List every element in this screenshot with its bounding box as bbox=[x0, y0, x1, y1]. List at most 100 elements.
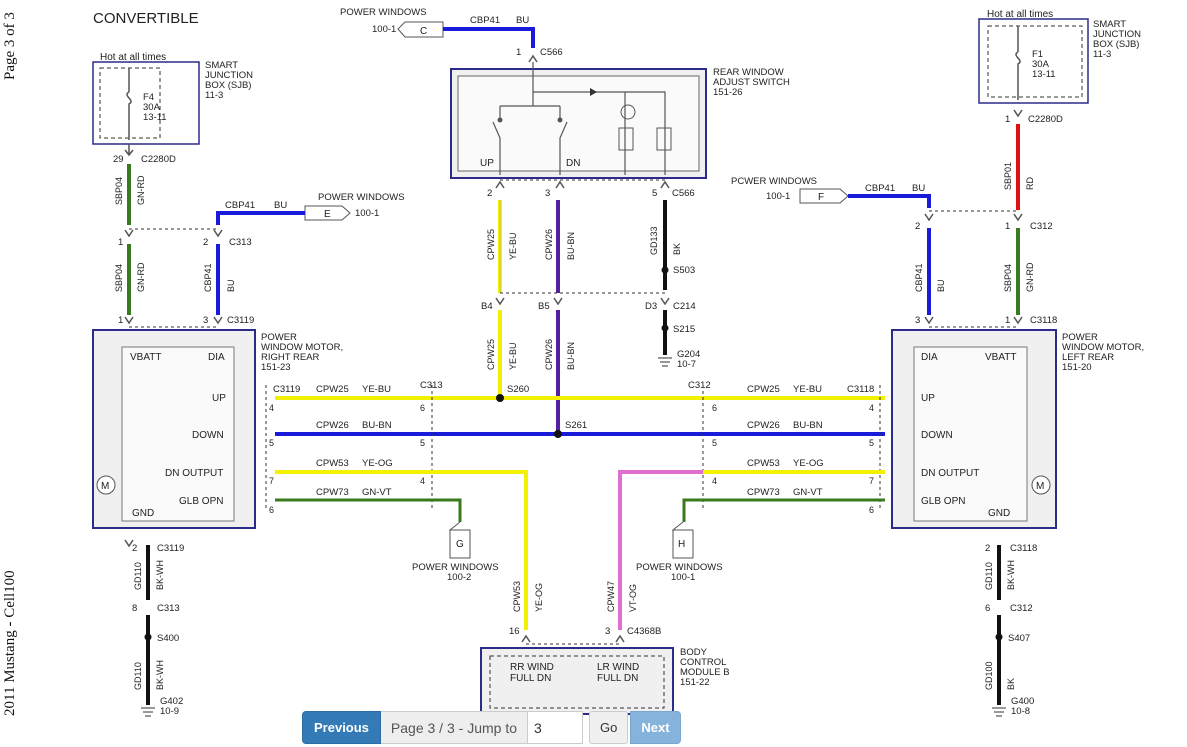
diagram-label: CBP41 bbox=[225, 200, 255, 211]
diagram-label: M bbox=[1036, 481, 1044, 492]
diagram-label: 5 bbox=[712, 438, 717, 448]
diagram-label: GD110 bbox=[133, 562, 143, 590]
page-indicator: Page 3 / 3 - Jump to bbox=[380, 711, 528, 744]
diagram-label: CBP41 bbox=[914, 263, 924, 292]
diagram-label: CPW73 bbox=[316, 487, 349, 498]
diagram-label: GLB OPN bbox=[921, 496, 965, 507]
diagram-label: GLB OPN bbox=[179, 496, 223, 507]
diagram-label: 6 bbox=[269, 505, 274, 515]
diagram-label: C3118 bbox=[1010, 543, 1037, 554]
diagram-label: F bbox=[818, 192, 824, 203]
diagram-label: UP bbox=[480, 158, 494, 169]
diagram-label: BK-WH bbox=[1006, 560, 1016, 590]
jump-to-page-input[interactable] bbox=[528, 711, 583, 744]
diagram-label: C3119 bbox=[227, 315, 254, 326]
diagram-label: 7 bbox=[269, 476, 274, 486]
diagram-label: S407 bbox=[1008, 633, 1030, 644]
diagram-label: YE-OG bbox=[362, 458, 393, 469]
sjb-left: Hot at all times SMART JUNCTION BOX (SJB… bbox=[92, 52, 253, 145]
diagram-label: B5 bbox=[538, 301, 550, 312]
diagram-label: C2280D bbox=[141, 154, 176, 165]
diagram-label: DIA bbox=[921, 352, 938, 363]
diagram-label: C4368B bbox=[627, 626, 661, 637]
diagram-label: C312 bbox=[1010, 603, 1033, 614]
diagram-label: C3118 bbox=[1030, 315, 1057, 326]
diagram-label: CBP41 bbox=[470, 15, 500, 26]
diagram-label: VBATT bbox=[985, 352, 1016, 363]
diagram-label: 10-9 bbox=[160, 706, 179, 717]
diagram-label: 151-20 bbox=[1062, 362, 1092, 373]
diagram-label: 13-11 bbox=[1032, 69, 1056, 80]
diagram-label: GD133 bbox=[649, 226, 659, 255]
body-control-module: RR WIND FULL DN LR WIND FULL DN BODY CON… bbox=[480, 647, 730, 715]
diagram-label: PCWER WINDOWS bbox=[731, 176, 817, 187]
diagram-label: 3 bbox=[915, 315, 920, 326]
diagram-label: GND bbox=[132, 508, 154, 519]
diagram-label: M bbox=[101, 481, 109, 492]
diagram-label: 1 bbox=[1005, 114, 1010, 125]
diagram-label: RR WIND bbox=[510, 662, 554, 673]
diagram-label: 100-1 bbox=[766, 191, 790, 202]
diagram-label: 4 bbox=[712, 476, 717, 486]
diagram-label: GN-VT bbox=[362, 487, 392, 498]
diagram-label: DN bbox=[566, 158, 580, 169]
diagram-label: CPW26 bbox=[747, 420, 780, 431]
diagram-label: C312 bbox=[688, 380, 711, 391]
diagram-label: SBP04 bbox=[114, 264, 124, 292]
diagram-label: 8 bbox=[132, 603, 137, 614]
diagram-label: 11-3 bbox=[205, 90, 223, 101]
diagram-label: SBP04 bbox=[1003, 264, 1013, 292]
next-button[interactable]: Next bbox=[630, 711, 681, 744]
diagram-label: GD110 bbox=[984, 562, 994, 590]
diagram-label: S215 bbox=[673, 324, 695, 335]
diagram-label: BU-BN bbox=[793, 420, 823, 431]
diagram-label: 5 bbox=[869, 438, 874, 448]
diagram-label: CPW53 bbox=[316, 458, 349, 469]
diagram-label: POWER WINDOWS bbox=[318, 192, 405, 203]
diagram-label: VT-OG bbox=[628, 584, 638, 612]
diagram-label: 16 bbox=[509, 626, 520, 637]
diagram-label: 4 bbox=[269, 403, 274, 413]
diagram-label: 100-1 bbox=[372, 24, 396, 35]
diagram-label: CBP41 bbox=[203, 263, 213, 292]
diagram-label: DOWN bbox=[921, 430, 953, 441]
motor-right-rear: VBATT DIA UP DOWN DN OUTPUT GLB OPN GND … bbox=[92, 329, 343, 529]
diagram-label: CPW53 bbox=[512, 581, 522, 612]
diagram-label: RD bbox=[1025, 177, 1035, 190]
diagram-label: BK bbox=[672, 243, 682, 255]
diagram-label: 10-7 bbox=[677, 359, 696, 370]
diagram-label: CBP41 bbox=[865, 183, 895, 194]
diagram-label: CPW25 bbox=[486, 339, 496, 370]
diagram-label: C3119 bbox=[273, 384, 300, 395]
diagram-label: BK bbox=[1006, 678, 1016, 690]
diagram-label: C3118 bbox=[847, 384, 874, 395]
previous-button[interactable]: Previous bbox=[302, 711, 381, 744]
diagram-label: 1 bbox=[118, 315, 123, 326]
diagram-label: BU bbox=[516, 15, 529, 26]
diagram-label: BK-WH bbox=[155, 560, 165, 590]
diagram-label: GN-RD bbox=[1025, 262, 1035, 292]
diagram-label: VBATT bbox=[130, 352, 161, 363]
diagram-label: D3 bbox=[645, 301, 657, 312]
diagram-label: 100-1 bbox=[671, 572, 695, 583]
diagram-label: CPW26 bbox=[316, 420, 349, 431]
diagram-label: FULL DN bbox=[597, 673, 638, 684]
diagram-label: C214 bbox=[673, 301, 696, 312]
diagram-label: YE-BU bbox=[508, 342, 518, 370]
diagram-label: CPW53 bbox=[747, 458, 780, 469]
diagram-label: BU bbox=[912, 183, 925, 194]
diagram-label: C3119 bbox=[157, 543, 184, 554]
diagram-label: 3 bbox=[545, 188, 550, 199]
diagram-label: 5 bbox=[269, 438, 274, 448]
diagram-label: 2 bbox=[203, 237, 208, 248]
diagram-label: 6 bbox=[712, 403, 717, 413]
diagram-label: S260 bbox=[507, 384, 529, 395]
diagram-label: 1 bbox=[118, 237, 123, 248]
diagram-label: 6 bbox=[869, 505, 874, 515]
diagram-label: 4 bbox=[869, 403, 874, 413]
go-button[interactable]: Go bbox=[589, 711, 629, 744]
diagram-label: DN OUTPUT bbox=[921, 468, 979, 479]
diagram-label: C313 bbox=[229, 237, 252, 248]
diagram-label: Hot at all times bbox=[987, 9, 1053, 20]
diagram-label: H bbox=[678, 539, 685, 550]
